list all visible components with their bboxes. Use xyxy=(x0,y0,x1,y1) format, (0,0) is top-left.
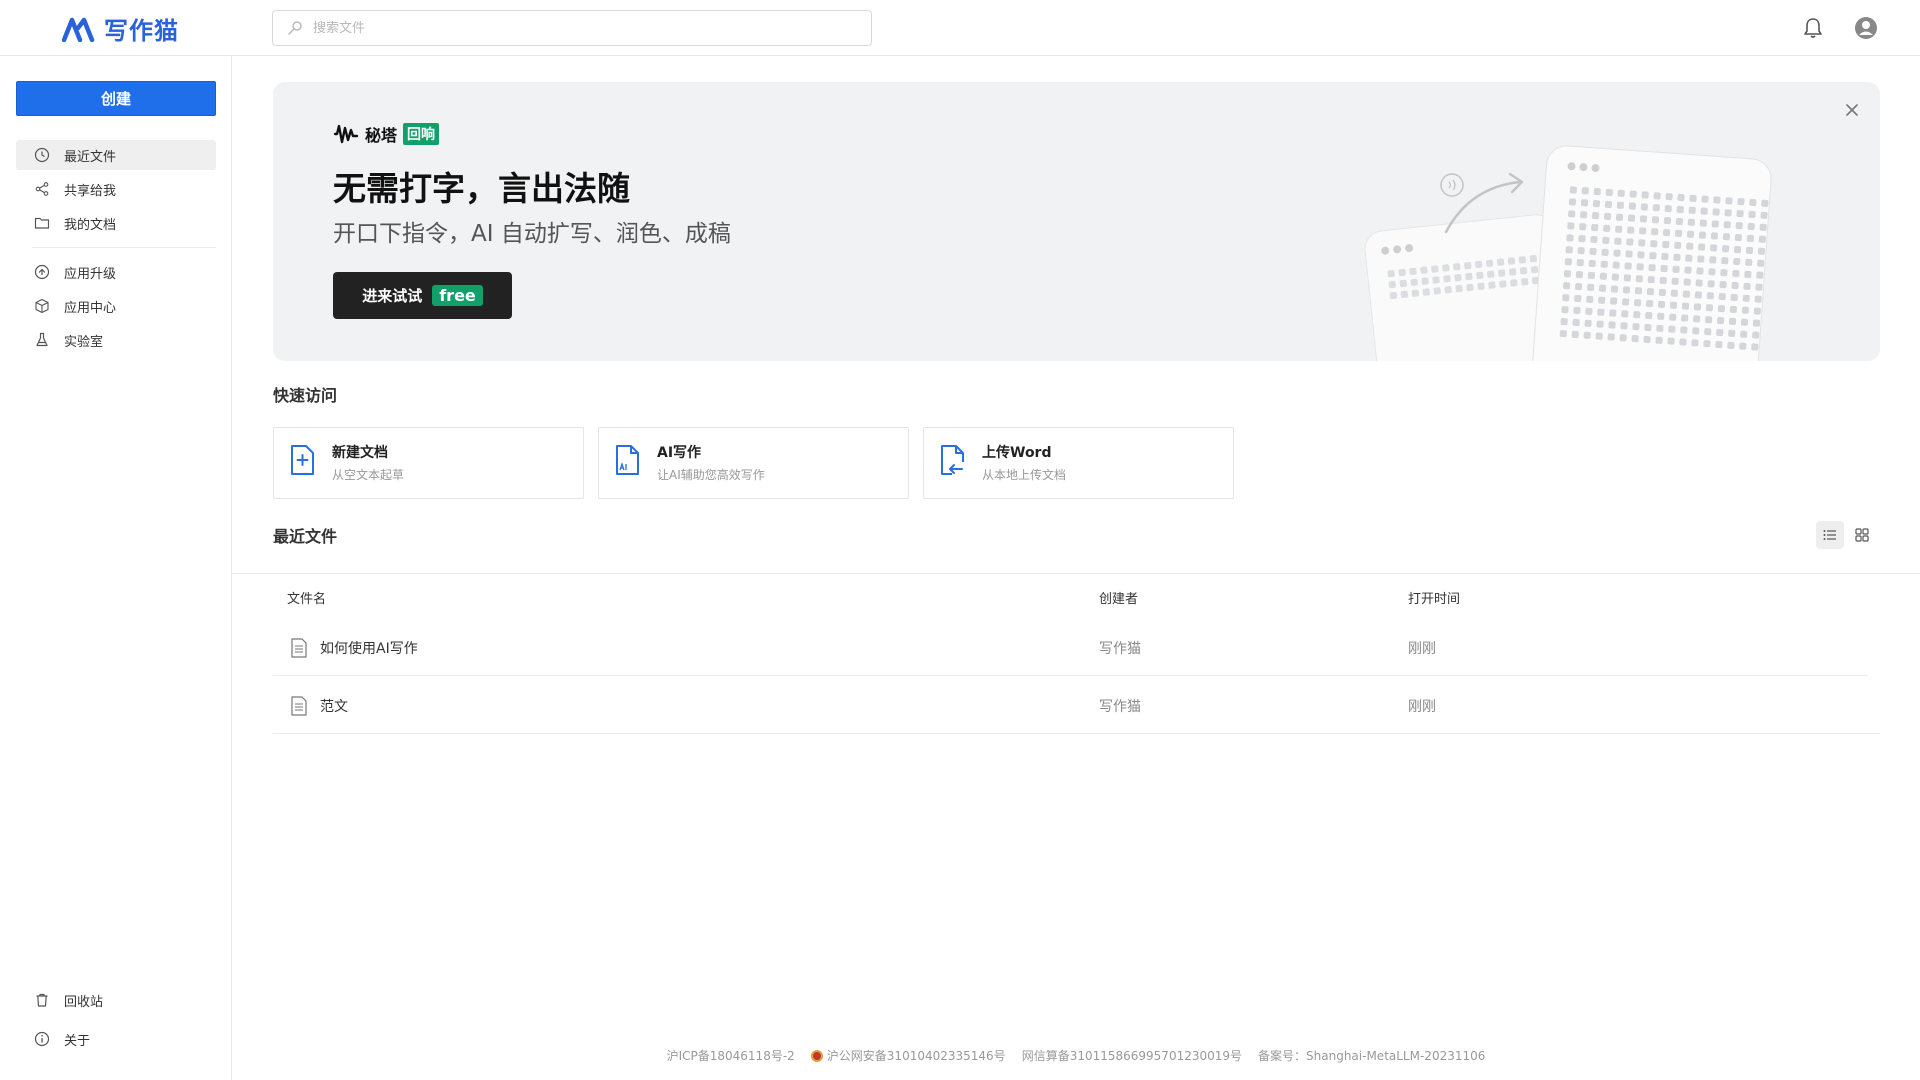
column-header-name[interactable]: 文件名 xyxy=(287,588,326,607)
file-open-time: 刚刚 xyxy=(1408,641,1436,657)
box-icon xyxy=(35,298,49,314)
sidebar-item-label: 回收站 xyxy=(64,994,104,1010)
quick-card-ai-writing[interactable]: AI写作 让AI辅助您高效写作 xyxy=(598,427,909,499)
upload-doc-icon xyxy=(941,445,964,475)
banner-close-icon[interactable] xyxy=(1842,100,1862,120)
file-open-time: 刚刚 xyxy=(1408,699,1436,715)
sidebar: 创建 最近文件 共享给我 我的文档 应用升级 应用中心 实验室 回收站 关于 xyxy=(0,56,232,1080)
promo-banner: 秘塔 回响 无需打字，言出法随 开口下指令，AI 自动扩写、润色、成稿 进来试试… xyxy=(273,82,1880,361)
model-record-text: 备案号：Shanghai-MetaLLM-20231106 xyxy=(1258,1049,1486,1063)
share-icon xyxy=(35,182,49,196)
sidebar-item-label: 关于 xyxy=(64,1033,91,1049)
brand-name: 秘塔 xyxy=(365,126,398,145)
search-input[interactable] xyxy=(313,20,853,36)
sidebar-divider xyxy=(32,247,216,248)
app-logo[interactable]: 写作猫 xyxy=(62,12,179,45)
quick-card-desc: 从空文本起草 xyxy=(332,468,405,482)
police-emblem-icon xyxy=(810,1049,823,1062)
upgrade-icon xyxy=(34,264,50,280)
sidebar-item-recent[interactable]: 最近文件 xyxy=(16,140,216,170)
sidebar-item-trash[interactable]: 回收站 xyxy=(16,985,216,1015)
search-box[interactable] xyxy=(272,10,872,46)
quick-card-title: AI写作 xyxy=(657,445,702,461)
quick-access-title: 快速访问 xyxy=(273,386,338,405)
sidebar-item-label: 应用中心 xyxy=(64,300,117,316)
icp-link[interactable]: 沪ICP备18046118号-2 xyxy=(667,1047,795,1064)
file-icon xyxy=(291,638,307,658)
grid-view-toggle[interactable] xyxy=(1848,521,1876,549)
banner-title: 无需打字，言出法随 xyxy=(333,169,630,208)
free-badge: free xyxy=(432,285,483,306)
file-creator: 写作猫 xyxy=(1099,699,1141,715)
sidebar-item-app-center[interactable]: 应用中心 xyxy=(16,291,216,321)
logo-mark-icon xyxy=(62,17,95,42)
trash-icon xyxy=(36,993,48,1007)
notification-bell-icon[interactable] xyxy=(1800,15,1826,41)
brand-tag: 回响 xyxy=(403,123,440,145)
sidebar-item-label: 实验室 xyxy=(64,334,104,350)
search-icon xyxy=(288,21,302,35)
quick-card-upload-word[interactable]: 上传Word 从本地上传文档 xyxy=(923,427,1234,499)
sidebar-item-shared[interactable]: 共享给我 xyxy=(16,174,216,204)
table-row[interactable]: 范文 写作猫 刚刚 xyxy=(273,676,1880,734)
column-header-time[interactable]: 打开时间 xyxy=(1408,588,1460,607)
new-doc-icon xyxy=(291,445,314,475)
banner-subtitle: 开口下指令，AI 自动扩写、润色、成稿 xyxy=(333,221,731,247)
police-record-link[interactable]: 沪公网安备31010402335146号 xyxy=(810,1047,1006,1064)
quick-card-new-doc[interactable]: 新建文档 从空文本起草 xyxy=(273,427,584,499)
list-view-toggle[interactable] xyxy=(1816,521,1844,549)
sidebar-item-label: 共享给我 xyxy=(64,183,117,199)
create-button[interactable]: 创建 xyxy=(16,81,216,116)
banner-brand: 秘塔 回响 xyxy=(333,122,440,146)
sidebar-item-label: 最近文件 xyxy=(64,149,117,165)
footer: 沪ICP备18046118号-2 沪公网安备31010402335146号 网信… xyxy=(232,1047,1920,1064)
sidebar-item-label: 我的文档 xyxy=(64,217,117,233)
grid-view-icon xyxy=(1855,528,1869,542)
sidebar-item-my-docs[interactable]: 我的文档 xyxy=(16,208,216,238)
quick-card-desc: 从本地上传文档 xyxy=(982,468,1067,482)
table-row[interactable]: 如何使用AI写作 写作猫 刚刚 xyxy=(273,618,1868,676)
ai-doc-icon xyxy=(616,445,639,475)
list-divider xyxy=(232,573,1920,574)
banner-illustration xyxy=(1364,145,1772,361)
column-header-creator[interactable]: 创建者 xyxy=(1099,588,1138,607)
waveform-logo-icon xyxy=(333,124,359,144)
sidebar-item-lab[interactable]: 实验室 xyxy=(16,325,216,355)
police-record-text: 沪公网安备31010402335146号 xyxy=(826,1049,1006,1063)
algorithm-record-text: 网信算备310115866995701230019号 xyxy=(1021,1049,1243,1063)
recent-files-title: 最近文件 xyxy=(273,527,338,546)
sidebar-item-upgrade[interactable]: 应用升级 xyxy=(16,257,216,287)
file-icon xyxy=(291,696,307,716)
clock-icon xyxy=(34,147,50,163)
sidebar-item-label: 应用升级 xyxy=(64,266,117,282)
user-avatar-icon[interactable] xyxy=(1853,15,1879,41)
file-creator: 写作猫 xyxy=(1099,641,1141,657)
logo-text: 写作猫 xyxy=(104,15,179,45)
try-now-label: 进来试试 xyxy=(362,287,423,305)
info-icon xyxy=(34,1031,50,1047)
quick-card-desc: 让AI辅助您高效写作 xyxy=(657,468,765,482)
quick-card-title: 新建文档 xyxy=(332,445,388,461)
list-view-icon xyxy=(1823,530,1836,540)
file-name: 如何使用AI写作 xyxy=(320,641,418,657)
try-now-button[interactable]: 进来试试 free xyxy=(333,272,512,319)
sidebar-item-about[interactable]: 关于 xyxy=(16,1024,216,1054)
quick-card-title: 上传Word xyxy=(982,445,1052,461)
file-name: 范文 xyxy=(320,699,348,715)
top-header: 写作猫 xyxy=(0,0,1920,56)
flask-icon xyxy=(36,332,48,347)
folder-icon xyxy=(34,217,50,229)
